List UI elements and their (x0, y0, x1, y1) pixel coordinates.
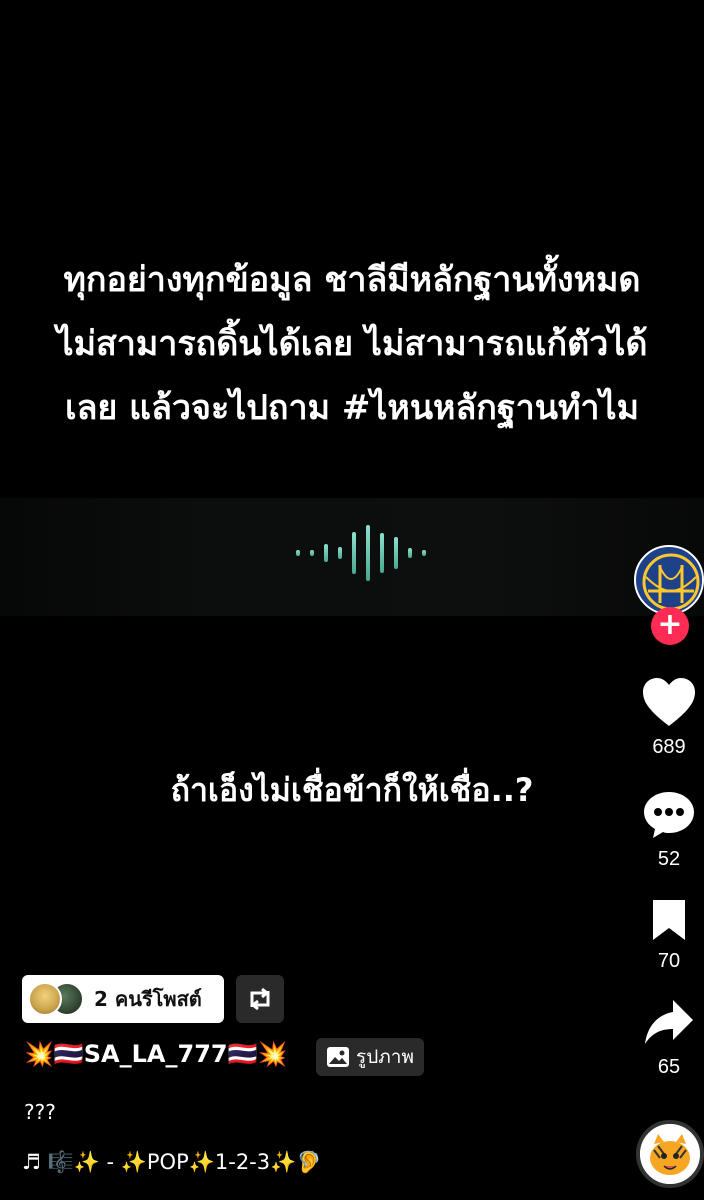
share-button[interactable]: 65 (634, 998, 704, 1079)
media-badge-label: รูปภาพ (356, 1046, 414, 1068)
media-type-badge: รูปภาพ (316, 1038, 424, 1076)
post-description: ??? (24, 1100, 56, 1124)
music-info[interactable]: ♬ 🎼✨ - ✨POP✨1-2-3✨🦻 (22, 1150, 322, 1175)
bookmark-button[interactable]: 70 (634, 898, 704, 973)
audio-wave-icon (296, 525, 426, 581)
author-handle: SA_LA_777 (83, 1040, 228, 1068)
repost-label: 2 คนรีโพสต์ (94, 987, 202, 1011)
bookmark-count: 70 (657, 950, 681, 972)
caption-top: ทุกอย่างทุกข้อมูล ชาลีมีหลักฐานทั้งหมด ไ… (56, 260, 648, 428)
author-suffix-emoji: 🇹🇭💥 (227, 1040, 288, 1068)
author-prefix-emoji: 💥🇹🇭 (24, 1040, 84, 1068)
creator-avatar[interactable] (634, 545, 704, 615)
share-icon (645, 1000, 693, 1044)
reposted-by-chip[interactable]: 2 คนรีโพสต์ (22, 975, 224, 1023)
music-disc-icon[interactable] (636, 1120, 704, 1188)
heart-icon (643, 678, 695, 726)
author-name[interactable]: 💥🇹🇭 SA_LA_777 🇹🇭💥 (24, 1040, 287, 1068)
tiger-cartoon-icon (640, 1124, 700, 1184)
follow-button[interactable]: + (651, 607, 689, 645)
share-count: 65 (657, 1056, 681, 1078)
like-button[interactable]: 689 (634, 676, 704, 759)
comment-icon (644, 792, 694, 838)
music-title: ♬ 🎼✨ - ✨POP✨1-2-3✨🦻 (22, 1150, 323, 1174)
repost-button[interactable] (236, 975, 284, 1023)
like-count: 689 (652, 736, 686, 758)
repost-icon (250, 987, 270, 1011)
comment-button[interactable]: 52 (634, 788, 704, 871)
avatar (28, 982, 62, 1016)
plus-icon: + (657, 607, 683, 642)
caption-middle: ถ้าเอ็งไม่เชื่อข้าก็ให้เชื่อ..? (170, 771, 534, 809)
image-icon (327, 1047, 349, 1067)
comment-count: 52 (657, 848, 681, 870)
bookmark-icon (653, 900, 685, 940)
